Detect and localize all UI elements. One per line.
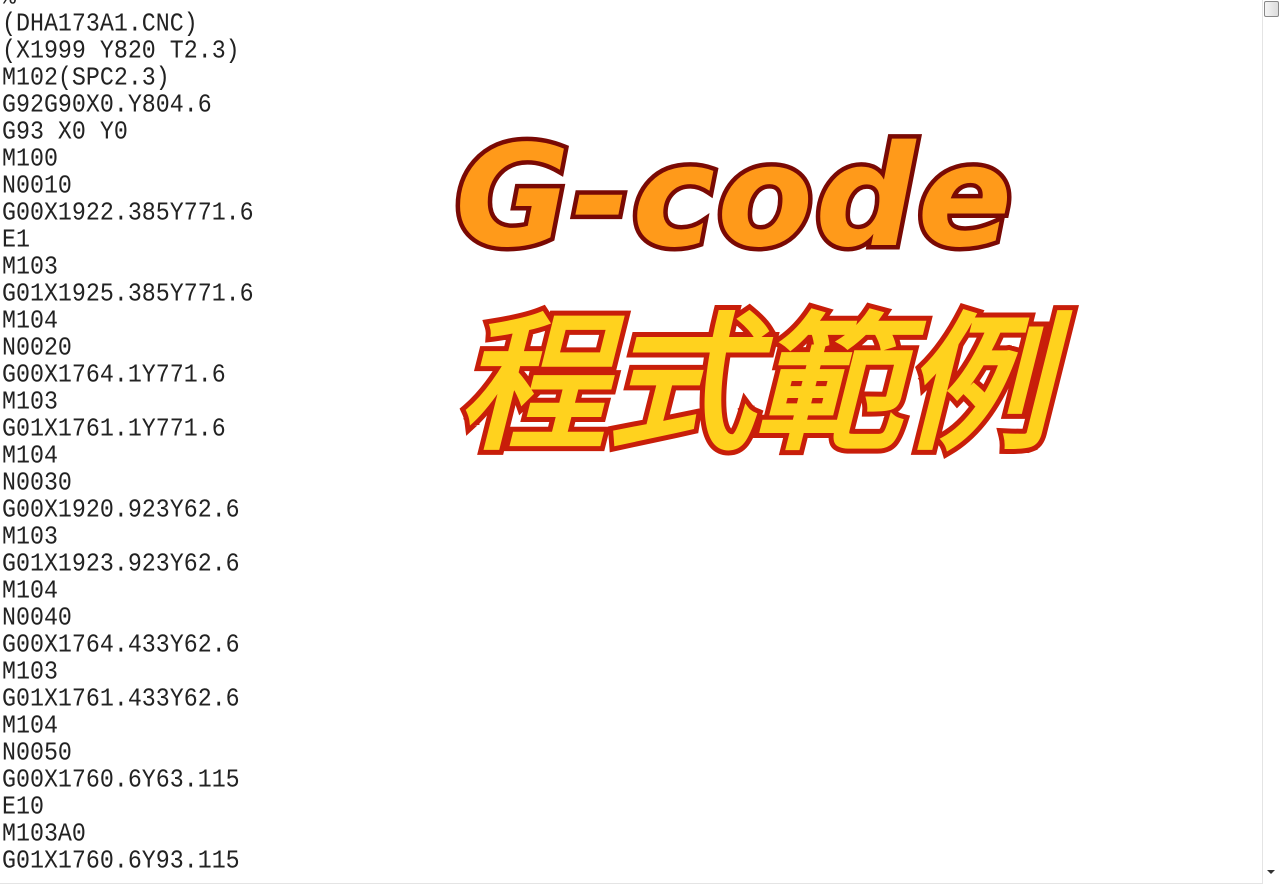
code-lines: %(DHA173A1.CNC)(X1999 Y820 T2.3)M102(SPC…: [2, 0, 254, 876]
code-line: M104: [2, 576, 58, 606]
bottom-border: [0, 883, 1262, 887]
code-line: N0020: [2, 333, 72, 363]
code-line: M103: [2, 522, 58, 552]
code-line: N0030: [2, 468, 72, 498]
code-line: M103: [2, 387, 58, 417]
code-line: G01X1760.6Y93.115: [2, 846, 240, 876]
code-line: G00X1764.433Y62.6: [2, 630, 240, 660]
code-line: M103A0: [2, 819, 86, 849]
code-line: N0040: [2, 603, 72, 633]
code-line: G01X1761.1Y771.6: [2, 414, 226, 444]
vertical-scrollbar[interactable]: [1262, 0, 1279, 884]
code-line: G92G90X0.Y804.6: [2, 90, 212, 120]
code-line: M104: [2, 711, 58, 741]
code-line: G01X1925.385Y771.6: [2, 279, 254, 309]
code-line: G01X1761.433Y62.6: [2, 684, 240, 714]
overlay-title: G-code: [450, 113, 1016, 282]
code-line: G00X1760.6Y63.115: [2, 765, 240, 795]
code-line: E10: [2, 792, 44, 822]
scrollbar-thumb[interactable]: [1264, 1, 1279, 17]
code-line: M103: [2, 657, 58, 687]
code-line: M100: [2, 144, 58, 174]
code-line: M104: [2, 306, 58, 336]
code-line: N0050: [2, 738, 72, 768]
code-line: G00X1922.385Y771.6: [2, 198, 254, 228]
code-line: G00X1920.923Y62.6: [2, 495, 240, 525]
code-line: G00X1764.1Y771.6: [2, 360, 226, 390]
code-line: M104: [2, 441, 58, 471]
code-line: N0010: [2, 171, 72, 201]
scroll-down-arrow-icon[interactable]: [1267, 870, 1275, 874]
code-line: G01X1923.923Y62.6: [2, 549, 240, 579]
code-line: (DHA173A1.CNC): [2, 9, 198, 39]
overlay-subtitle: 程式範例: [453, 295, 1055, 475]
code-line: E1: [2, 225, 30, 255]
code-line: M103: [2, 252, 58, 282]
code-line: M102(SPC2.3): [2, 63, 170, 93]
code-line: G93 X0 Y0: [2, 117, 128, 147]
code-line: (X1999 Y820 T2.3): [2, 36, 240, 66]
